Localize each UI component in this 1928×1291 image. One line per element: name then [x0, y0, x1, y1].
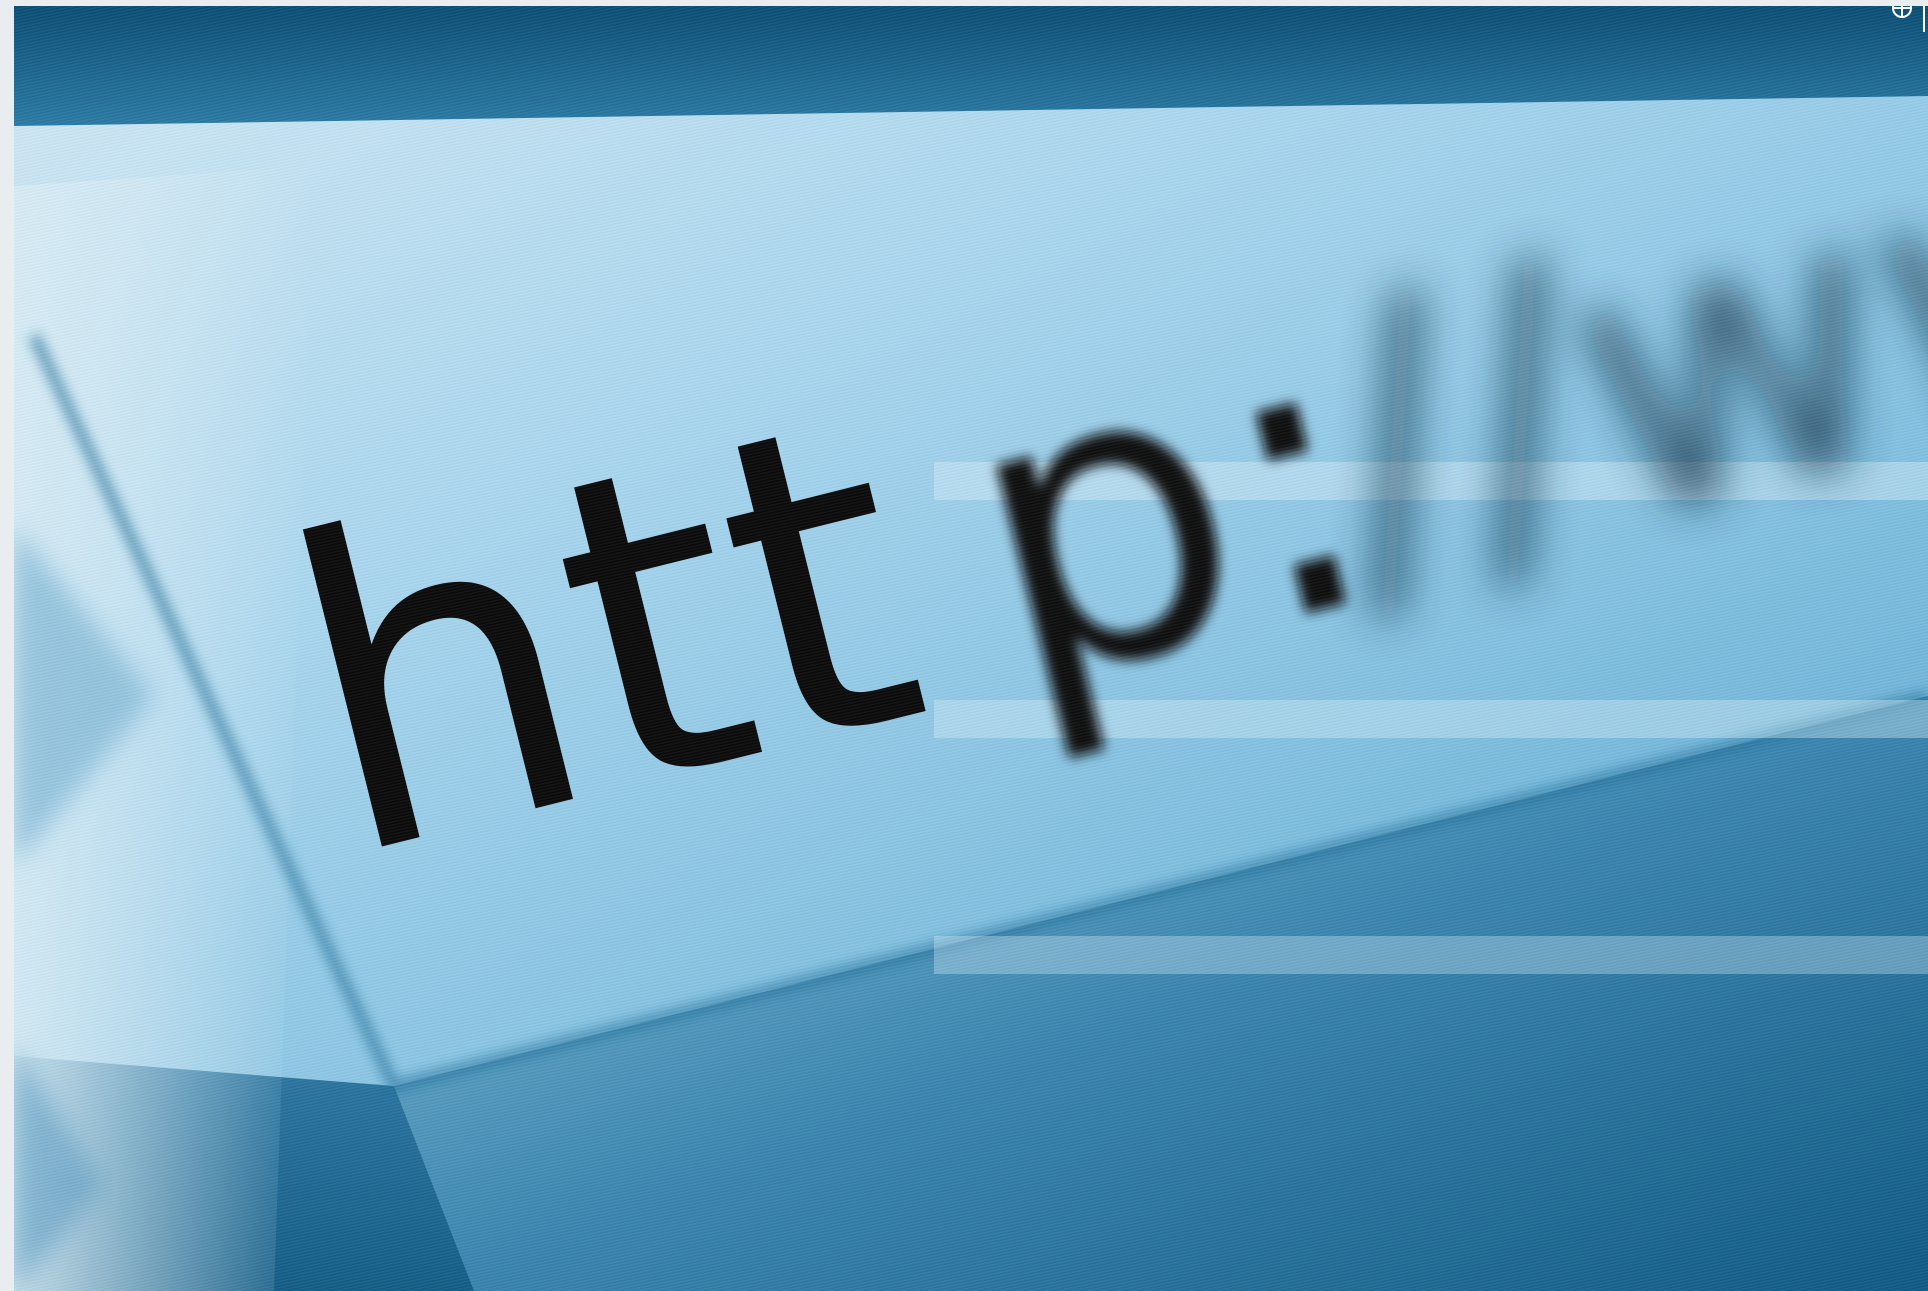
crosshair-icon [1892, 6, 1925, 32]
photo-frame: htt p: //www [14, 6, 1928, 1291]
address-bar-photo: htt p: //www [14, 6, 1928, 1291]
